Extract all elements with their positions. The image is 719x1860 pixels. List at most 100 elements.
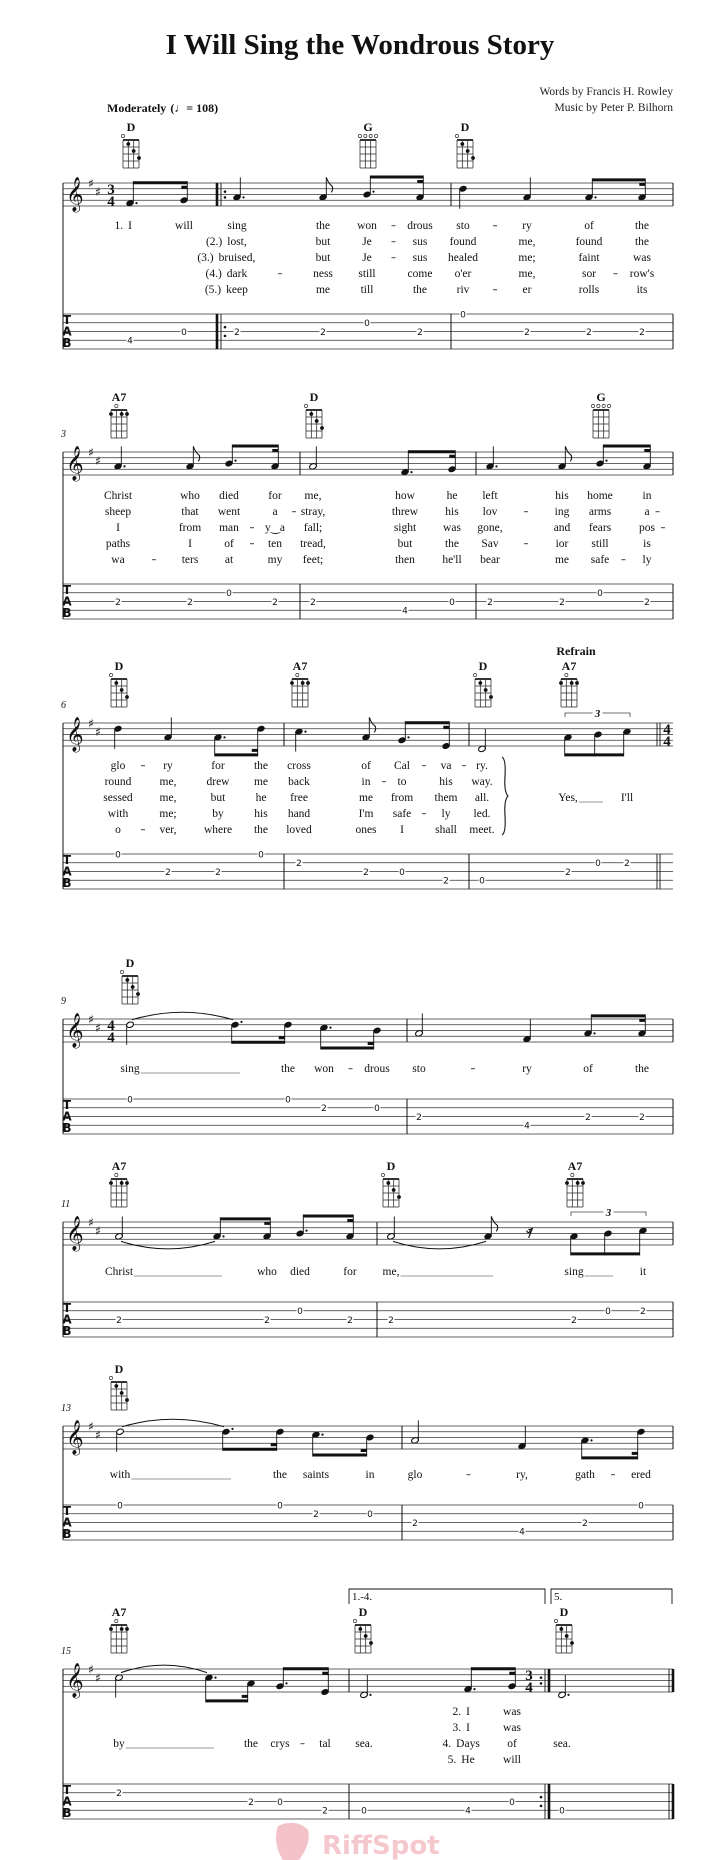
tab-fret-number: 2 (264, 1316, 270, 1326)
open-string-marker (601, 404, 606, 408)
key-signature-sharp-icon: ♯ (88, 1013, 94, 1027)
key-signature-sharp-icon: ♯ (95, 1671, 101, 1685)
augmentation-dot (473, 1688, 476, 1691)
lyric-syllable: rolls (579, 284, 600, 296)
lyric-syllable: round (105, 776, 132, 788)
finger-dot (130, 985, 135, 989)
treble-clef-icon: 𝄞 (66, 1013, 84, 1049)
augmentation-dot (594, 196, 597, 199)
note-beam (581, 1456, 638, 1460)
augmentation-dot (410, 471, 413, 474)
verse-number: (5.) (205, 284, 221, 296)
tab-fret-number: 2 (487, 598, 493, 608)
lyric-syllable: by (113, 1738, 125, 1750)
open-string-marker (591, 404, 595, 408)
open-string-marker (381, 1173, 385, 1177)
chord-name: G (596, 390, 605, 404)
lyric-syllable: tread, (300, 538, 326, 550)
lyric-syllable: and (554, 522, 571, 534)
tab-fret-number: 2 (586, 328, 592, 338)
tab-fret-number: 0 (277, 1501, 283, 1511)
lyric-hyphen (348, 1068, 353, 1070)
finger-dot (575, 681, 579, 685)
lyric-syllable: stray, (301, 506, 326, 518)
lyric-syllable: was (503, 1706, 521, 1718)
lyric-syllable: Je (362, 252, 372, 264)
lyric-hyphen (462, 765, 466, 767)
key-signature-sharp-icon: ♯ (95, 1224, 101, 1238)
lyric-hyphen (493, 289, 497, 291)
lyric-syllable: I'll (621, 792, 633, 804)
treble-clef-icon: 𝄞 (66, 1663, 84, 1699)
lyric-syllable: lov (483, 506, 498, 518)
lyric-syllable: sor (582, 268, 596, 280)
lyric-hyphen (621, 559, 626, 561)
chord-diagram-g: G (591, 390, 611, 439)
note-beam (408, 450, 456, 454)
finger-dot (564, 1634, 569, 1638)
tempo-label: Moderately (107, 101, 166, 115)
lyric-hyphen (493, 225, 497, 227)
lyric-syllable: in (362, 776, 371, 788)
sixteenth-beam (251, 748, 258, 752)
tab-fret-number: 0 (117, 1501, 123, 1511)
lyric-syllable: me, (519, 236, 536, 248)
key-signature-sharp-icon: ♯ (88, 177, 94, 191)
tab-fret-number: 2 (639, 328, 645, 338)
tab-fret-number: 4 (519, 1528, 525, 1538)
finger-dot (363, 1634, 368, 1638)
open-string-marker (109, 1376, 113, 1380)
volta-bracket (550, 1588, 673, 1604)
treble-clef-icon: 𝄞 (66, 177, 84, 213)
sixteenth-beam (443, 725, 450, 729)
chord-name: D (310, 390, 319, 404)
lyric-syllable: my (268, 554, 283, 566)
lyric-syllable: sto (456, 220, 470, 232)
verse-number: (4.) (205, 268, 221, 280)
lyric-hyphen (660, 527, 665, 529)
lyric-syllable: in (366, 1469, 375, 1481)
lyric-syllable: he (447, 490, 458, 502)
lyric-syllable: he (256, 792, 267, 804)
lyric-syllable: ry (163, 760, 173, 772)
open-string-marker (607, 404, 611, 408)
note-flag (192, 446, 201, 462)
lyric-syllable: of (583, 1063, 593, 1075)
lyric-syllable: he'll (442, 554, 461, 566)
tab-fret-number: 0 (638, 1501, 644, 1511)
tab-clef-letter: B (62, 336, 71, 350)
lyric-syllable: Days (456, 1738, 480, 1750)
augmentation-dot (593, 1032, 596, 1035)
chord-diagram-d: D (353, 1605, 373, 1654)
lyric-syllable: drew (207, 776, 231, 788)
key-signature-sharp-icon: ♯ (95, 1021, 101, 1035)
lyric-syllable: row's (630, 268, 655, 280)
key-signature-sharp-icon: ♯ (88, 446, 94, 460)
time-signature-bottom: 4 (663, 734, 671, 750)
lyric-syllable: lost, (227, 236, 247, 248)
lyric-syllable: the (413, 284, 427, 296)
tab-fret-number: 2 (215, 868, 221, 878)
finger-dot (109, 1627, 113, 1631)
finger-dot (109, 412, 113, 416)
lyric-syllable: fears (589, 522, 612, 534)
riffspot-logo: RiffSpot (276, 1822, 440, 1860)
verse-number: (2.) (206, 236, 222, 248)
lyric-hyphen (391, 257, 396, 259)
lyric-syllable: healed (448, 252, 478, 264)
finger-dot (125, 695, 129, 699)
lyric-syllable: will (503, 1754, 521, 1766)
key-signature-sharp-icon: ♯ (95, 1428, 101, 1442)
chord-name: D (127, 120, 136, 134)
lyric-syllable: of (584, 220, 594, 232)
lyric-syllable: sea. (553, 1738, 571, 1750)
lyric-syllable: the (254, 824, 268, 836)
lyric-syllable: keep (226, 284, 248, 296)
tab-fret-number: 2 (313, 1510, 319, 1520)
lyric-hyphen (611, 1474, 615, 1476)
augmentation-dot (304, 730, 307, 733)
verse-brace (501, 756, 509, 836)
sixteenth-beam (509, 1671, 516, 1675)
tab-fret-number: 2 (165, 868, 171, 878)
tab-fret-number: 0 (364, 319, 370, 329)
